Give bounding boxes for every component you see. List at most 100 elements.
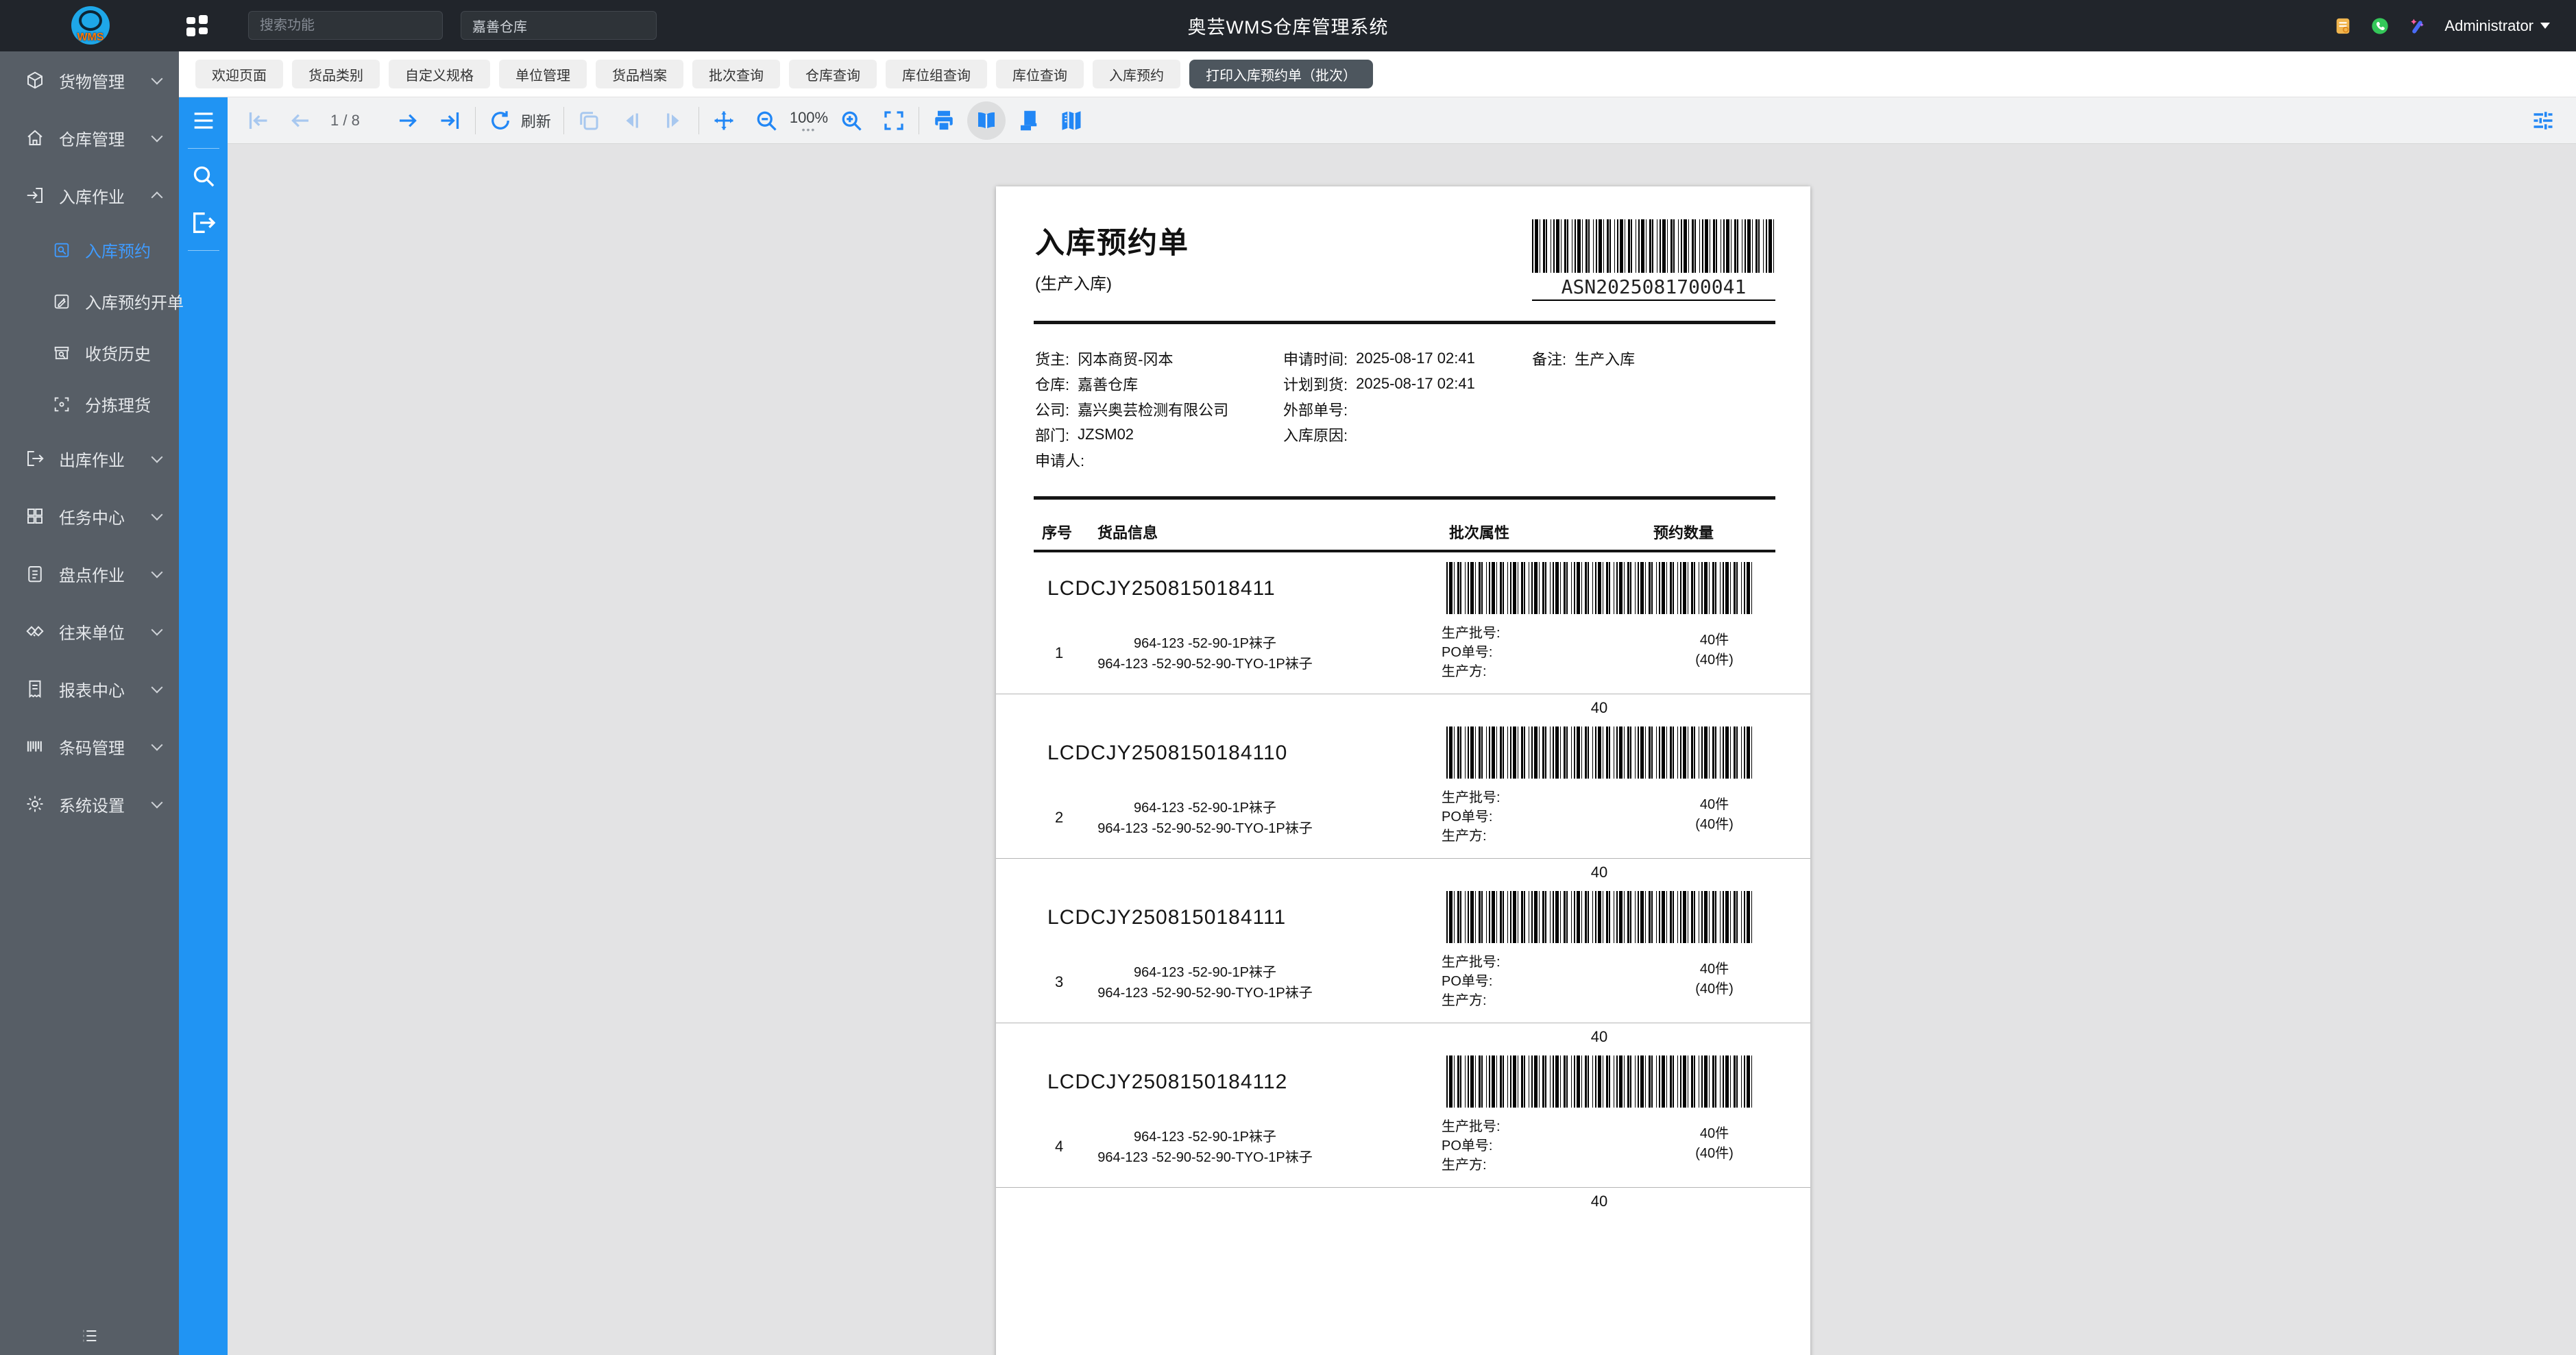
phone-icon[interactable] [2370,16,2390,36]
sidebar-nav: 货物管理 仓库管理 入库作业 入库预约 入库预约开单 收货历史 分拣理货 出库作… [0,51,179,1355]
item-code: LCDCJY2508150184110 [1047,742,1287,765]
zoom-out-icon[interactable] [754,108,779,133]
archive-search-icon [52,343,71,363]
chevron-down-icon [151,797,163,809]
last-page-icon[interactable] [438,108,463,133]
sidebar-item-inbound-reservation[interactable]: 入库预约 [0,224,179,276]
sidebar-item-sorting[interactable]: 分拣理货 [0,378,179,430]
book-view-active[interactable] [967,101,1006,140]
user-name: Administrator [2444,17,2534,35]
toggle-sidebar-icon[interactable] [190,107,217,134]
prev-view-icon[interactable] [619,108,644,133]
notes-icon[interactable] [2333,16,2353,36]
grid-icon [25,506,45,526]
document-subtitle: (生产入库) [1035,270,1112,294]
sidebar-item-reports[interactable]: 报表中心 [0,660,179,718]
item-code: LCDCJY2508150184112 [1047,1071,1287,1094]
sidebar-item-inbound-reservation-billing[interactable]: 入库预约开单 [0,276,179,327]
tab-batch-query[interactable]: 批次查询 [692,60,780,88]
chevron-down-icon [151,567,163,578]
search-icon[interactable] [190,162,217,190]
chevron-down-icon [151,73,163,85]
department-value: JZSM02 [1078,426,1134,443]
tab-goods-category[interactable]: 货品类别 [292,60,380,88]
first-page-icon[interactable] [245,108,270,133]
planned-arrival-value: 2025-08-17 02:41 [1356,375,1475,393]
chevron-down-icon [151,624,163,636]
document-page: 入库预约单 (生产入库) ASN2025081700041 货主:冈本商贸-冈本… [996,186,1810,1355]
facing-pages-icon[interactable] [1059,108,1084,133]
tab-location-group-query[interactable]: 库位组查询 [886,60,987,88]
batch-attributes: 生产批号: PO单号: 生产方: [1442,624,1500,681]
scroll-view-icon[interactable] [1017,108,1041,133]
item-code: LCDCJY250815018411 [1047,577,1276,600]
chevron-down-icon [151,131,163,143]
sidebar-item-partners[interactable]: 往来单位 [0,602,179,660]
sidebar-item-receiving-history[interactable]: 收货历史 [0,327,179,378]
row-subtotal: 40 [1531,699,1668,717]
row-subtotal: 40 [1531,864,1668,881]
pan-icon[interactable] [712,108,736,133]
refresh-icon[interactable] [488,108,513,133]
user-menu[interactable]: Administrator [2444,17,2550,35]
product-info: 964-123 -52-90-1P袜子 964-123 -52-90-52-90… [1092,1127,1318,1168]
magic-icon[interactable] [2407,16,2427,36]
tab-unit-management[interactable]: 单位管理 [499,60,587,88]
item-barcode [1446,891,1753,943]
chevron-down-icon [151,682,163,694]
view-settings-icon[interactable] [2531,108,2555,133]
tab-goods-archive[interactable]: 货品档案 [596,60,683,88]
tab-warehouse-query[interactable]: 仓库查询 [789,60,877,88]
tab-welcome[interactable]: 欢迎页面 [195,60,283,88]
next-view-icon[interactable] [661,108,686,133]
sidebar-item-goods[interactable]: 货物管理 [0,51,179,109]
batch-attributes: 生产批号: PO单号: 生产方: [1442,788,1500,846]
product-info: 964-123 -52-90-1P袜子 964-123 -52-90-52-90… [1092,633,1318,674]
fit-screen-icon[interactable] [882,108,906,133]
tab-print-inbound-reservation-batch[interactable]: 打印入库预约单（批次） [1189,60,1373,88]
item-code: LCDCJY2508150184111 [1047,906,1286,929]
barcode-icon [25,736,45,757]
clipboard-icon [25,563,45,584]
item-barcode [1446,562,1753,614]
table-row: LCDCJY2508150184112 4 964-123 -52-90-1P袜… [996,1050,1810,1214]
sidebar-item-barcode[interactable]: 条码管理 [0,718,179,775]
top-header: WMS 奥芸WMS仓库管理系统 Administrator [0,0,2576,51]
collapse-menu-icon[interactable] [0,1326,179,1345]
row-number: 3 [1055,973,1063,991]
sidebar-item-stocktake[interactable]: 盘点作业 [0,545,179,602]
divider [1034,321,1775,324]
app-title: 奥芸WMS仓库管理系统 [0,0,2576,51]
refresh-label[interactable]: 刷新 [521,110,551,132]
item-barcode [1446,1055,1753,1108]
export-icon[interactable] [190,209,217,236]
copy-page-icon[interactable] [576,108,601,133]
zoom-level-select[interactable]: 100% ••• [790,109,828,132]
previous-page-icon[interactable] [288,108,313,133]
divider [996,1187,1810,1188]
tab-custom-spec[interactable]: 自定义规格 [389,60,490,88]
zoom-in-icon[interactable] [839,108,864,133]
sidebar-item-inbound[interactable]: 入库作业 [0,167,179,224]
sidebar-item-settings[interactable]: 系统设置 [0,775,179,833]
document-title: 入库预约单 [1035,219,1189,262]
tab-inbound-reservation[interactable]: 入库预约 [1093,60,1180,88]
row-subtotal: 40 [1531,1193,1668,1210]
sidebar-item-outbound[interactable]: 出库作业 [0,430,179,487]
chevron-down-icon [151,509,163,521]
remark-value: 生产入库 [1575,347,1635,369]
chevron-down-icon [151,452,163,463]
pdf-viewer-canvas[interactable]: 入库预约单 (生产入库) ASN2025081700041 货主:冈本商贸-冈本… [228,144,2576,1355]
sidebar-item-task-center[interactable]: 任务中心 [0,487,179,545]
outbound-icon [25,448,45,469]
table-row: LCDCJY250815018411 1 964-123 -52-90-1P袜子… [996,557,1810,721]
tab-location-query[interactable]: 库位查询 [996,60,1084,88]
home-icon [25,127,45,148]
doc-search-icon [52,241,71,260]
chevron-up-icon [151,192,163,204]
print-icon[interactable] [932,108,956,133]
divider [996,858,1810,859]
gear-icon [25,794,45,814]
next-page-icon[interactable] [396,108,420,133]
sidebar-item-warehouse[interactable]: 仓库管理 [0,109,179,167]
